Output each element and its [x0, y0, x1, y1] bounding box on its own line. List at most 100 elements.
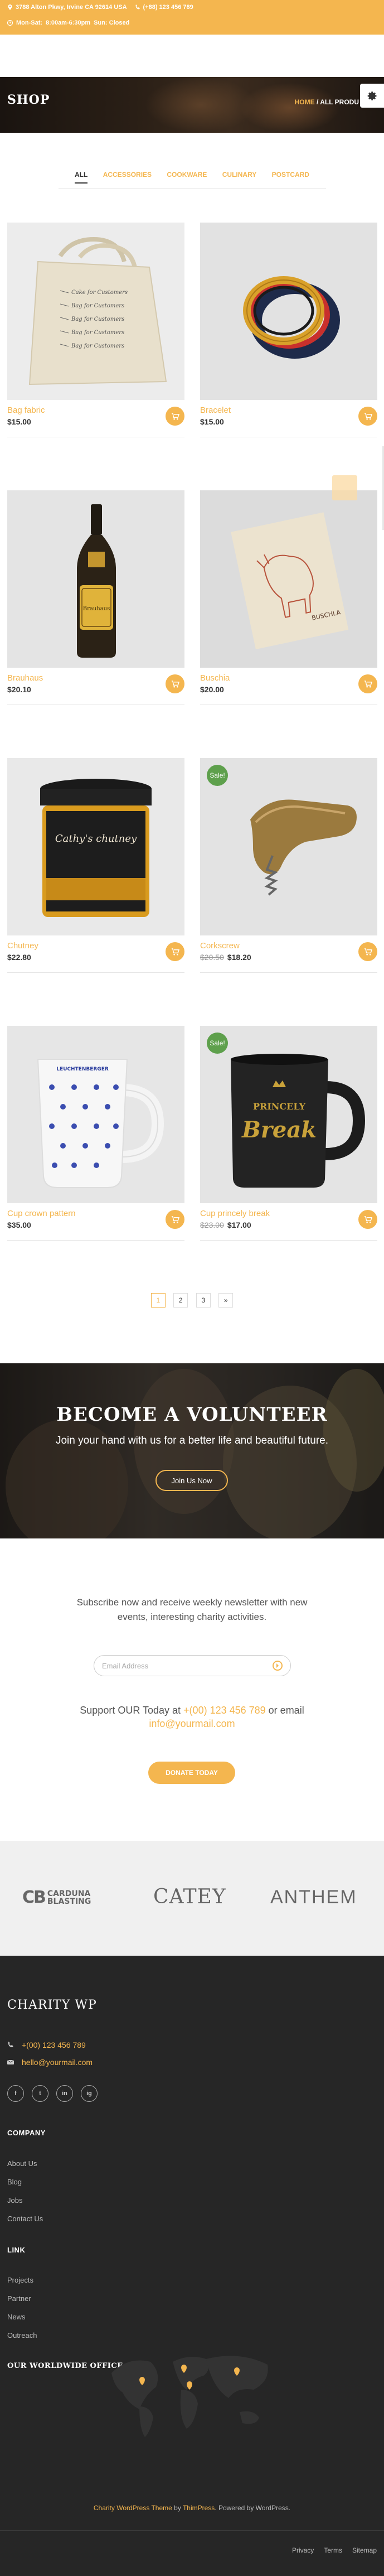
old-price: $23.00 [200, 1221, 224, 1229]
add-to-cart-button[interactable] [166, 942, 184, 961]
product-image-brauhaus[interactable]: Brauhaus [7, 490, 184, 668]
author-link[interactable]: ThimPress [183, 2504, 215, 2512]
cart-icon [364, 1215, 372, 1223]
product-image-buschia[interactable]: BUSCHLA [200, 490, 377, 668]
add-to-cart-button[interactable] [358, 407, 377, 426]
sale-badge: Sale! [207, 1033, 228, 1054]
product-price: $35.00 [7, 1221, 31, 1229]
product-name[interactable]: Brauhaus [7, 673, 43, 683]
add-to-cart-button[interactable] [166, 1210, 184, 1229]
product-card: PRINCELY Break Sale! Cup princely break … [200, 1026, 377, 1241]
terms-link[interactable]: Terms [324, 2546, 342, 2554]
facebook-icon[interactable]: f [7, 2085, 24, 2102]
support-phone-link[interactable]: +(00) 123 456 789 [183, 1705, 266, 1716]
next-page-link[interactable]: » [218, 1293, 234, 1308]
product-image-corkscrew[interactable]: Sale! [200, 758, 377, 935]
footer-link-news[interactable]: News [7, 2313, 26, 2321]
tab-culinary[interactable]: CULINARY [222, 171, 257, 182]
page-2-link[interactable]: 2 [173, 1293, 188, 1308]
footer-link-contact-us[interactable]: Contact Us [7, 2215, 43, 2223]
page-3-link[interactable]: 3 [196, 1293, 211, 1308]
product-name[interactable]: Buschia [200, 673, 230, 683]
breadcrumb-home-link[interactable]: HOME [295, 98, 315, 106]
tab-all[interactable]: ALL [75, 171, 88, 184]
product-name[interactable]: Chutney [7, 941, 38, 951]
footer-link-about-us[interactable]: About Us [7, 2159, 37, 2168]
product-image-cup-princely-break[interactable]: PRINCELY Break Sale! [200, 1026, 377, 1203]
top-bar: 3788 Alton Pkwy, Irvine CA 92614 USA (+8… [0, 0, 384, 35]
add-to-cart-button[interactable] [358, 674, 377, 693]
product-image-bracelet[interactable] [200, 223, 377, 400]
sale-badge: Sale! [207, 765, 228, 786]
add-to-cart-button[interactable] [166, 674, 184, 693]
cart-icon [171, 948, 179, 955]
credit-by: by [172, 2504, 183, 2512]
arrow-right-icon [276, 1663, 279, 1668]
footer-link-jobs[interactable]: Jobs [7, 2196, 22, 2204]
tab-accessories[interactable]: ACCESSORIES [103, 171, 152, 182]
footer-link-projects[interactable]: Projects [7, 2276, 33, 2284]
sunday-hours: Sun: Closed [94, 20, 130, 26]
phone-item[interactable]: (+88) 123 456 789 [135, 4, 193, 11]
product-card: LEUCHTENBERGER Cup crown pattern $35.00 [7, 1026, 184, 1241]
product-price: $22.80 [7, 953, 31, 962]
product-card: BUSCHLA Buschia $20.00 [200, 490, 377, 705]
footer-brand: CHARITY WP [7, 1998, 97, 2012]
link-heading: LINK [7, 2246, 26, 2254]
jar-label-text: Cathy's chutney [55, 833, 137, 845]
footer-phone[interactable]: +(00) 123 456 789 [7, 2040, 86, 2049]
footer-link-outreach[interactable]: Outreach [7, 2331, 37, 2339]
subscribe-submit-button[interactable] [273, 1661, 283, 1671]
product-card: Bracelet $15.00 [200, 223, 377, 437]
product-image-cup-crown-pattern[interactable]: LEUCHTENBERGER [7, 1026, 184, 1203]
product-name[interactable]: Corkscrew [200, 941, 240, 951]
bag-print-line-1: Cake for Customers [71, 290, 128, 296]
tabs-divider [59, 188, 326, 189]
product-price: $15.00 [7, 417, 31, 426]
tab-postcard[interactable]: POSTCARD [272, 171, 309, 182]
product-image-chutney[interactable]: Cathy's chutney [7, 758, 184, 935]
page-1-link[interactable]: 1 [150, 1293, 166, 1308]
carduna-blasting-logo: CB CARDUNA BLASTING [22, 1888, 91, 1907]
theme-link[interactable]: Charity WordPress Theme [94, 2504, 172, 2512]
sitemap-link[interactable]: Sitemap [352, 2546, 377, 2554]
price-value: $15.00 [7, 417, 31, 426]
tab-cookware[interactable]: COOKWARE [167, 171, 207, 182]
address-text: 3788 Alton Pkwy, Irvine CA 92614 USA [16, 4, 127, 11]
product-name[interactable]: Cup princely break [200, 1209, 270, 1218]
bag-print-line-3: Bag for Customers [71, 316, 124, 322]
product-name[interactable]: Cup crown pattern [7, 1209, 76, 1218]
product-divider [200, 1240, 377, 1241]
product-name[interactable]: Bag fabric [7, 406, 45, 415]
volunteer-overlay [0, 1363, 384, 1538]
map-marker-icon[interactable] [187, 2381, 192, 2390]
email-field[interactable]: Email Address [94, 1655, 291, 1676]
join-us-button[interactable]: Join Us Now [155, 1470, 228, 1491]
product-image-bag-fabric[interactable]: Cake for Customers Bag for Customers Bag… [7, 223, 184, 400]
support-email-link[interactable]: info@yourmail.com [149, 1718, 235, 1729]
settings-toggle-button[interactable] [360, 84, 384, 108]
privacy-link[interactable]: Privacy [292, 2546, 314, 2554]
product-price: $23.00 $17.00 [200, 1221, 251, 1229]
envelope-icon [7, 2059, 14, 2064]
linkedin-icon[interactable]: in [56, 2085, 73, 2102]
world-map [111, 2356, 268, 2437]
price-value: $17.00 [227, 1221, 251, 1229]
hero-background-glow [240, 83, 340, 133]
add-to-cart-button[interactable] [358, 942, 377, 961]
twitter-icon[interactable]: t [32, 2085, 48, 2102]
subscribe-line-2: events, interesting charity activities. [117, 1612, 267, 1622]
bottle-label-text: Brauhaus [83, 606, 110, 612]
add-to-cart-button[interactable] [166, 407, 184, 426]
product-card: Cathy's chutney Chutney $22.80 [7, 758, 184, 973]
cart-icon [364, 680, 372, 687]
footer-link-blog[interactable]: Blog [7, 2178, 22, 2186]
instagram-icon[interactable]: ig [81, 2085, 98, 2102]
product-name[interactable]: Bracelet [200, 406, 231, 415]
footer-email[interactable]: hello@yourmail.com [7, 2058, 93, 2067]
clock-icon [7, 20, 13, 26]
address-item: 3788 Alton Pkwy, Irvine CA 92614 USA [7, 4, 127, 11]
add-to-cart-button[interactable] [358, 1210, 377, 1229]
donate-today-button[interactable]: DONATE TODAY [148, 1762, 235, 1784]
footer-link-partner[interactable]: Partner [7, 2294, 31, 2303]
